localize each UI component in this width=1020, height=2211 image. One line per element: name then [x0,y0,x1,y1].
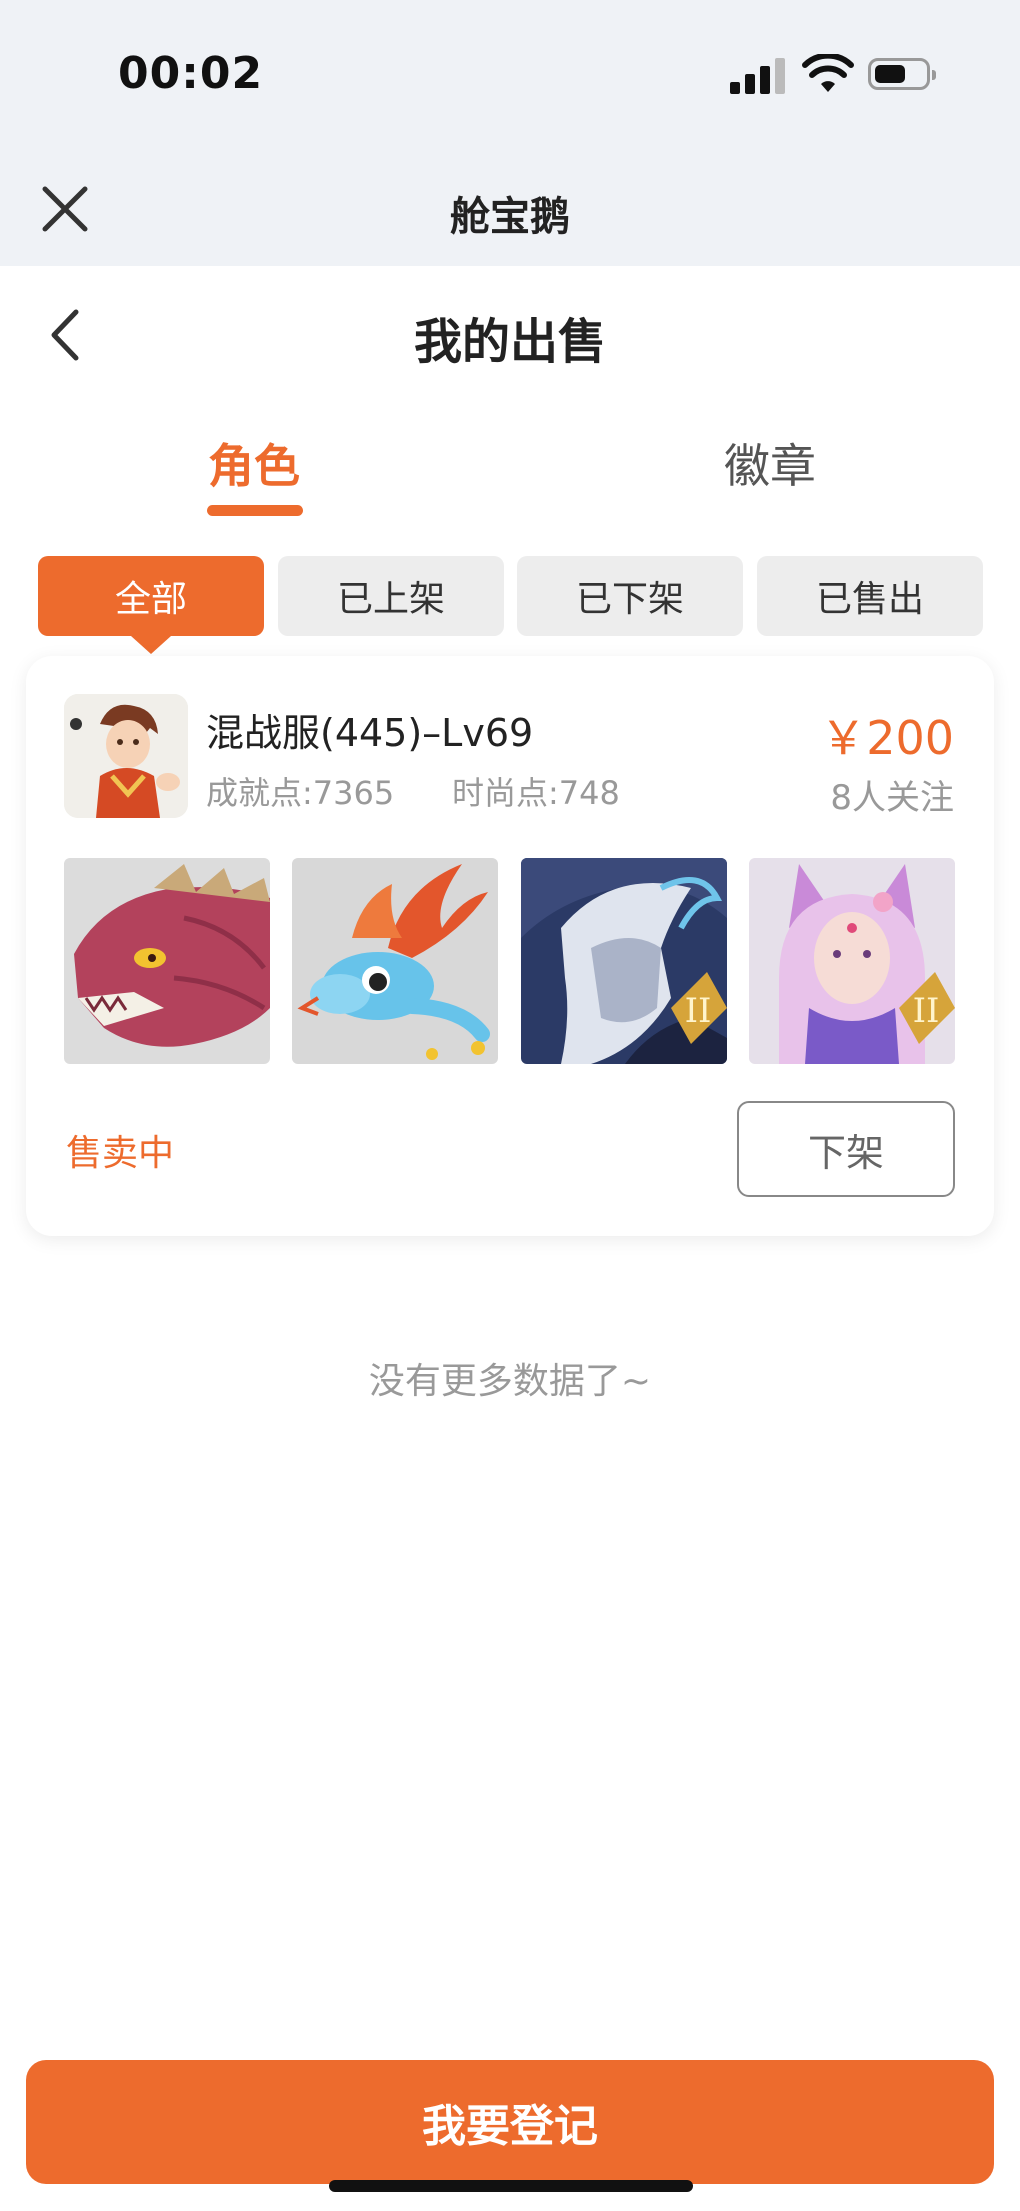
battery-icon [868,58,936,90]
page-title: 我的出售 [413,314,606,370]
wifi-icon [802,54,854,92]
price: ￥200 [820,711,954,765]
top-bar: 00:02 舱宝鹅 [0,0,1020,266]
listing-card[interactable]: 混战服(445)–Lv69 成就点:7365 时尚点:748 ￥200 8人关注 [26,656,994,1236]
home-indicator [329,2180,693,2192]
status-time: 00:02 [118,48,264,99]
no-more-data-text: 没有更多数据了~ [368,1361,652,1402]
filter-listed[interactable]: 已上架 [278,556,504,636]
register-button[interactable]: 我要登记 [26,2060,994,2184]
signal-icon [730,58,786,94]
rank-badge: II [913,991,940,1031]
status-label: 售卖中 [66,1133,175,1174]
delist-button[interactable]: 下架 [737,1101,955,1197]
server-name: 混战服(445)–Lv69 [206,711,534,755]
tab-badge[interactable]: 徽章 [724,430,816,496]
rank-badge: II [685,991,712,1031]
filter-all[interactable]: 全部 [38,556,264,654]
character-avatar [64,694,188,818]
achievement-points: 成就点:7365 [206,774,395,812]
fox-spirit-icon: II [749,858,955,1064]
dragon-mount-icon [64,858,270,1064]
armored-warrior-icon: II [521,858,727,1064]
tab-role[interactable]: 角色 [208,430,300,496]
blue-dragon-pet-icon [292,858,498,1064]
tab-active-indicator [207,505,303,516]
fashion-points: 时尚点:748 [452,774,620,812]
follower-count: 8人关注 [830,778,954,818]
filter-sold[interactable]: 已售出 [757,556,983,636]
status-icons [730,54,940,98]
filter-delisted[interactable]: 已下架 [517,556,743,636]
app-title: 舱宝鹅 [450,194,570,240]
